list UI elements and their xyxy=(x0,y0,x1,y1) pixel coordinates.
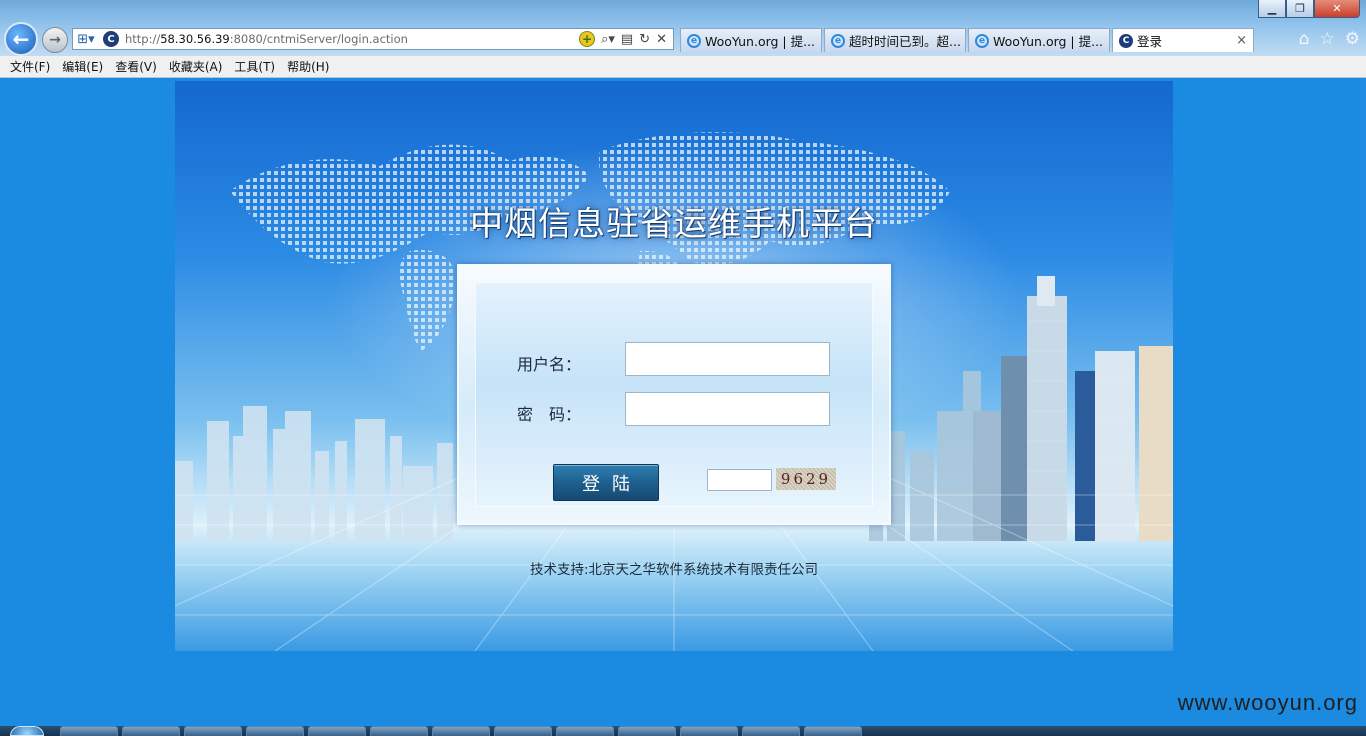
url-host: 58.30.56.39 xyxy=(160,32,230,46)
ie-icon: e xyxy=(687,33,701,48)
browser-right-tools: ⌂ ☆ ⚙ xyxy=(1299,29,1360,49)
tab-wooyun-1[interactable]: e WooYun.org | 提... xyxy=(680,28,822,52)
tab-timeout[interactable]: e 超时时间已到。超... xyxy=(824,28,966,52)
window-controls: ▁ ❐ ✕ xyxy=(1258,0,1360,18)
taskbar-item[interactable] xyxy=(122,726,180,736)
url-text[interactable]: http://58.30.56.39:8080/cntmiServer/logi… xyxy=(125,32,579,46)
tab-label: 登录 xyxy=(1137,34,1163,49)
back-button[interactable]: ← xyxy=(4,22,38,56)
tab-label: 超时时间已到。超... xyxy=(849,34,961,49)
captcha-input[interactable] xyxy=(707,469,772,491)
menu-view[interactable]: 查看(V) xyxy=(109,58,163,75)
menu-tools[interactable]: 工具(T) xyxy=(228,58,281,75)
compat-view-icon[interactable]: ⊞▾ xyxy=(73,29,99,49)
tab-close-icon[interactable]: × xyxy=(1226,33,1247,48)
taskbar-item[interactable] xyxy=(618,726,676,736)
refresh-icon[interactable]: ↻ xyxy=(639,32,650,47)
taskbar-item[interactable] xyxy=(432,726,490,736)
forward-button[interactable]: → xyxy=(42,27,68,53)
ie-icon: e xyxy=(975,33,989,48)
taskbar-item[interactable] xyxy=(804,726,862,736)
site-favicon-icon: C xyxy=(103,31,119,47)
menu-file[interactable]: 文件(F) xyxy=(4,58,56,75)
compat-icon[interactable]: ▤ xyxy=(621,32,633,47)
taskbar-item[interactable] xyxy=(556,726,614,736)
taskbar-item[interactable] xyxy=(680,726,738,736)
password-input[interactable] xyxy=(625,392,830,426)
username-label: 用户名： xyxy=(517,355,582,374)
tab-login[interactable]: C 登录 × xyxy=(1112,28,1254,52)
login-button[interactable]: 登陆 xyxy=(553,464,659,501)
tab-label: WooYun.org | 提... xyxy=(705,34,816,49)
tab-label: WooYun.org | 提... xyxy=(993,34,1104,49)
back-arrow-icon: ← xyxy=(12,27,30,51)
address-bar[interactable]: ⊞▾ C http://58.30.56.39:8080/cntmiServer… xyxy=(72,28,674,50)
start-button[interactable] xyxy=(10,726,44,736)
menu-favorites[interactable]: 收藏夹(A) xyxy=(163,58,229,75)
favorites-star-icon[interactable]: ☆ xyxy=(1320,29,1335,49)
search-icon[interactable]: ⌕▾ xyxy=(601,32,615,47)
stop-icon[interactable]: ✕ xyxy=(656,32,667,47)
maximize-button[interactable]: ❐ xyxy=(1286,0,1314,18)
page-edge xyxy=(1360,79,1366,726)
username-input[interactable] xyxy=(625,342,830,376)
captcha-image[interactable]: 9629 xyxy=(776,468,836,490)
taskbar-item[interactable] xyxy=(246,726,304,736)
browser-titlebar: ▁ ❐ ✕ ← → ⊞▾ C http://58.30.56.39:8080/c… xyxy=(0,0,1366,56)
menu-help[interactable]: 帮助(H) xyxy=(281,58,335,75)
menu-bar: 文件(F) 编辑(E) 查看(V) 收藏夹(A) 工具(T) 帮助(H) xyxy=(0,56,1366,78)
home-icon[interactable]: ⌂ xyxy=(1299,29,1310,49)
ie-icon: e xyxy=(831,33,845,48)
taskbar-item[interactable] xyxy=(308,726,366,736)
close-window-button[interactable]: ✕ xyxy=(1314,0,1360,18)
login-panel: 用户名： 密 码： 登陆 9629 xyxy=(457,264,891,525)
tab-strip: e WooYun.org | 提... e 超时时间已到。超... e WooY… xyxy=(680,28,1256,52)
login-panel-inner: 用户名： 密 码： 登陆 9629 xyxy=(475,282,873,507)
taskbar-item[interactable] xyxy=(494,726,552,736)
taskbar-item[interactable] xyxy=(370,726,428,736)
taskbar-item[interactable] xyxy=(742,726,800,736)
taskbar-item[interactable] xyxy=(60,726,118,736)
tab-wooyun-2[interactable]: e WooYun.org | 提... xyxy=(968,28,1110,52)
forward-arrow-icon: → xyxy=(49,32,61,48)
address-tools: + ⌕▾ ▤ ↻ ✕ xyxy=(579,31,673,47)
password-label: 密 码： xyxy=(517,405,582,424)
login-stage: 中烟信息驻省运维手机平台 用户名： 密 码： 登陆 9629 技术支持:北京天之… xyxy=(175,81,1173,651)
taskbar-item[interactable] xyxy=(184,726,242,736)
page-viewport: 中烟信息驻省运维手机平台 用户名： 密 码： 登陆 9629 技术支持:北京天之… xyxy=(0,79,1366,726)
tech-support-text: 技术支持:北京天之华软件系统技术有限责任公司 xyxy=(529,562,819,578)
watermark-text: www.wooyun.org xyxy=(1177,690,1358,715)
gear-icon[interactable]: ⚙ xyxy=(1345,29,1360,49)
minimize-button[interactable]: ▁ xyxy=(1258,0,1286,18)
menu-edit[interactable]: 编辑(E) xyxy=(56,58,109,75)
addon-plus-icon[interactable]: + xyxy=(579,31,596,47)
site-favicon-icon: C xyxy=(1119,33,1133,48)
page-title: 中烟信息驻省运维手机平台 xyxy=(470,204,878,243)
windows-taskbar xyxy=(0,726,1366,736)
